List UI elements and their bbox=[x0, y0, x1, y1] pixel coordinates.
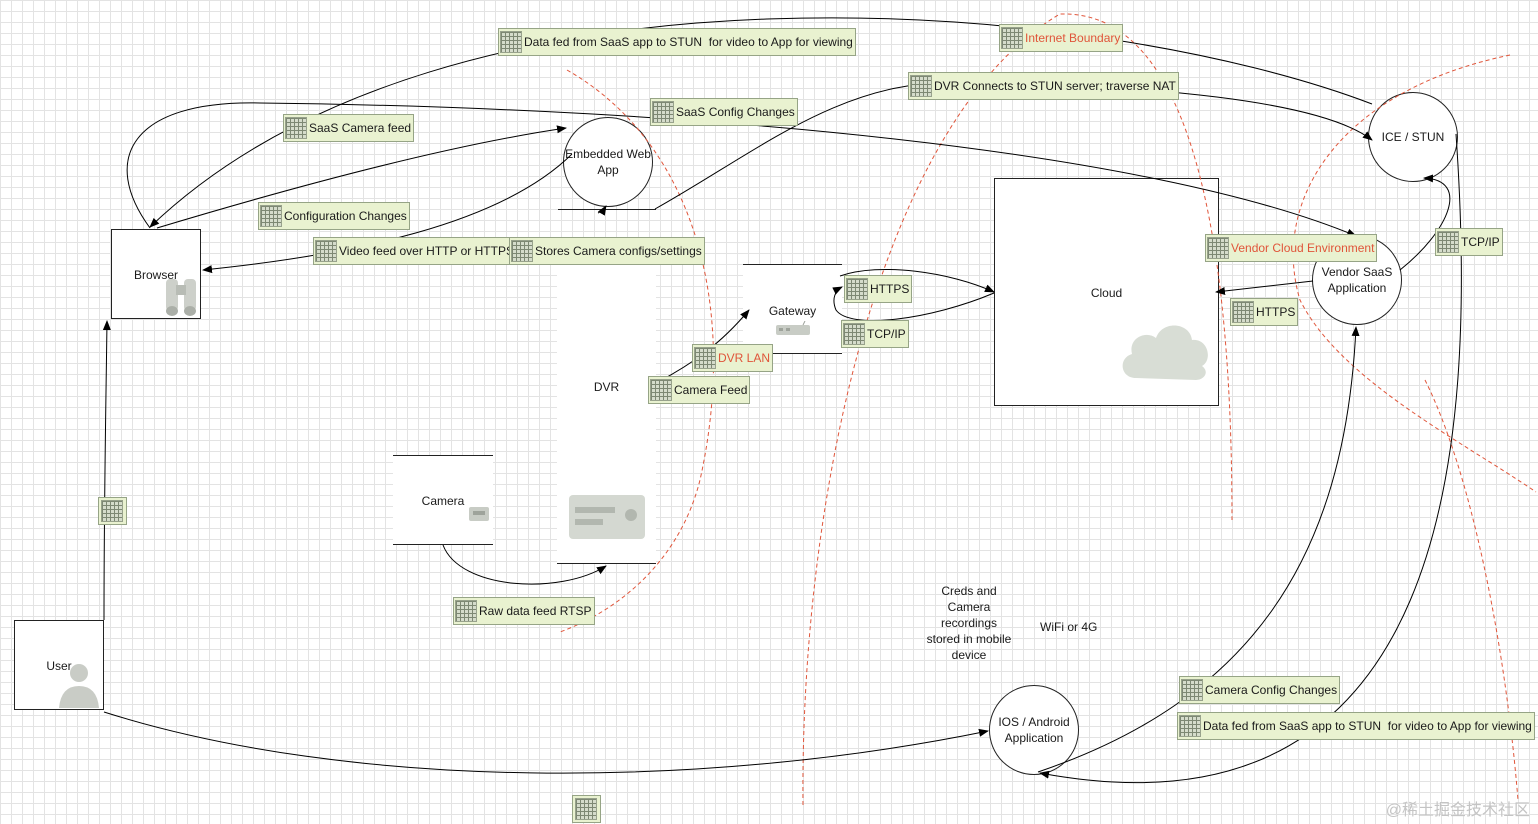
flow-label-saas-camera-feed[interactable]: SaaS Camera feed bbox=[283, 114, 415, 142]
boundary-label-text: DVR LAN bbox=[718, 351, 771, 365]
flow-label-user-to-browser[interactable] bbox=[98, 497, 127, 525]
camera-icon bbox=[469, 507, 489, 521]
boundary-label-vendor-cloud[interactable]: Vendor Cloud Environment bbox=[1205, 234, 1378, 262]
flow-label-text: Camera Feed bbox=[674, 383, 748, 397]
flow-label-text: Raw data feed RTSP bbox=[479, 604, 592, 618]
flow-label-camera-feed[interactable]: Camera Feed bbox=[648, 376, 751, 404]
flow-vendor-saas-to-stun[interactable] bbox=[1399, 174, 1451, 271]
flow-label-https-gateway[interactable]: HTTPS bbox=[844, 275, 913, 303]
network-flow-icon bbox=[260, 205, 282, 227]
network-flow-icon bbox=[1179, 715, 1201, 737]
flow-label-text: Data fed from SaaS app to STUN for video… bbox=[1203, 719, 1532, 733]
cloud-label: Cloud bbox=[1090, 286, 1123, 300]
boundary-label-dvr-lan[interactable]: DVR LAN bbox=[692, 344, 774, 372]
flow-label-video-feed[interactable]: Video feed over HTTP or HTTPS bbox=[313, 237, 517, 265]
network-flow-icon bbox=[511, 240, 533, 262]
flow-label-configuration-changes[interactable]: Configuration Changes bbox=[258, 202, 410, 230]
router-icon bbox=[776, 321, 810, 335]
flow-label-stun-to-mobile-app[interactable]: Data fed from SaaS app to STUN for video… bbox=[1177, 712, 1535, 740]
ice-stun-label: ICE / STUN bbox=[1381, 130, 1445, 144]
network-flow-icon bbox=[315, 240, 337, 262]
camera-config-store[interactable] bbox=[558, 209, 656, 210]
network-flow-icon bbox=[285, 117, 307, 139]
boundary-label-internet[interactable]: Internet Boundary bbox=[999, 24, 1124, 52]
network-flow-icon bbox=[910, 75, 932, 97]
network-flow-icon bbox=[500, 31, 522, 53]
flow-label-text: DVR Connects to STUN server; traverse NA… bbox=[934, 79, 1176, 93]
boundary-label-text: Internet Boundary bbox=[1025, 31, 1121, 45]
flow-label-text: TCP/IP bbox=[1461, 235, 1500, 249]
camera-node[interactable]: Camera bbox=[393, 455, 493, 545]
flow-label-text: SaaS Camera feed bbox=[309, 121, 412, 135]
network-flow-icon bbox=[694, 347, 716, 369]
cloud-icon bbox=[1122, 325, 1208, 380]
network-flow-icon bbox=[650, 379, 672, 401]
user-node[interactable]: User bbox=[14, 620, 104, 710]
embedded-web-app-label: Embedded Web App bbox=[565, 147, 651, 177]
network-flow-icon bbox=[1437, 231, 1459, 253]
dvr-icon bbox=[569, 495, 645, 539]
flow-label-text: TCP/IP bbox=[867, 327, 906, 341]
flow-label-text: HTTPS bbox=[1256, 305, 1296, 319]
internet-boundary[interactable] bbox=[802, 13, 1233, 806]
dvr-label: DVR bbox=[593, 380, 620, 394]
network-flow-icon bbox=[843, 323, 865, 345]
flow-user-to-browser[interactable] bbox=[102, 320, 111, 621]
flow-label-user-to-mobile-app[interactable] bbox=[572, 795, 601, 823]
flow-label-text: Configuration Changes bbox=[284, 209, 407, 223]
network-flow-icon bbox=[1207, 237, 1229, 259]
flow-label-stun-to-browser[interactable]: Data fed from SaaS app to STUN for video… bbox=[498, 28, 856, 56]
flow-label-text: Video feed over HTTP or HTTPS bbox=[339, 244, 514, 258]
flow-label-text: SaaS Config Changes bbox=[676, 105, 795, 119]
flow-label-tcpip-gateway[interactable]: TCP/IP bbox=[841, 320, 909, 348]
flow-label-camera-config-changes[interactable]: Camera Config Changes bbox=[1179, 676, 1341, 704]
flow-label-https-vendor[interactable]: HTTPS bbox=[1230, 298, 1299, 326]
browser-node[interactable]: Browser bbox=[111, 229, 201, 319]
boundary-label-text: Vendor Cloud Environment bbox=[1231, 241, 1375, 255]
mobile-storage-note: Creds and Camera recordings stored in mo… bbox=[926, 584, 1012, 662]
flow-user-to-mobile-app[interactable] bbox=[103, 711, 989, 774]
network-flow-icon bbox=[1001, 27, 1023, 49]
dvr-node[interactable]: DVR bbox=[557, 265, 656, 564]
flow-label-text: HTTPS bbox=[870, 282, 910, 296]
watermark: @稀土掘金技术社区 bbox=[1385, 802, 1530, 819]
ice-stun-node[interactable]: ICE / STUN bbox=[1368, 92, 1458, 182]
network-flow-icon bbox=[575, 798, 597, 820]
person-icon bbox=[59, 664, 99, 708]
network-note: WiFi or 4G bbox=[1040, 620, 1098, 634]
flow-label-text: Camera Config Changes bbox=[1205, 683, 1338, 697]
network-flow-icon bbox=[652, 101, 674, 123]
flow-label-stores-camera-configs[interactable]: Stores Camera configs/settings bbox=[509, 237, 705, 265]
network-flow-icon bbox=[455, 600, 477, 622]
flow-label-tcpip-stun[interactable]: TCP/IP bbox=[1435, 228, 1503, 256]
network-flow-icon bbox=[1232, 301, 1254, 323]
embedded-web-app-node[interactable]: Embedded Web App bbox=[563, 117, 653, 207]
mobile-app-node[interactable]: IOS / Android Application bbox=[989, 685, 1079, 775]
flow-vendor-saas-to-cloud[interactable] bbox=[1215, 280, 1314, 295]
gateway-label: Gateway bbox=[768, 304, 817, 318]
flow-label-raw-data-feed[interactable]: Raw data feed RTSP bbox=[453, 597, 595, 625]
flow-label-dvr-to-stun[interactable]: DVR Connects to STUN server; traverse NA… bbox=[908, 72, 1179, 100]
gateway-node[interactable]: Gateway bbox=[743, 264, 842, 354]
network-flow-icon bbox=[101, 500, 123, 522]
vendor-saas-label: Vendor SaaS Application bbox=[1321, 265, 1393, 295]
cloud-node[interactable]: Cloud bbox=[994, 178, 1219, 406]
flow-label-saas-config-changes[interactable]: SaaS Config Changes bbox=[650, 98, 798, 126]
binoculars-icon bbox=[166, 279, 196, 316]
flow-label-text: Stores Camera configs/settings bbox=[535, 244, 702, 258]
network-flow-icon bbox=[846, 278, 868, 300]
network-flow-icon bbox=[1181, 679, 1203, 701]
flow-label-text: Data fed from SaaS app to STUN for video… bbox=[524, 35, 853, 49]
mobile-app-label: IOS / Android Application bbox=[998, 715, 1070, 745]
